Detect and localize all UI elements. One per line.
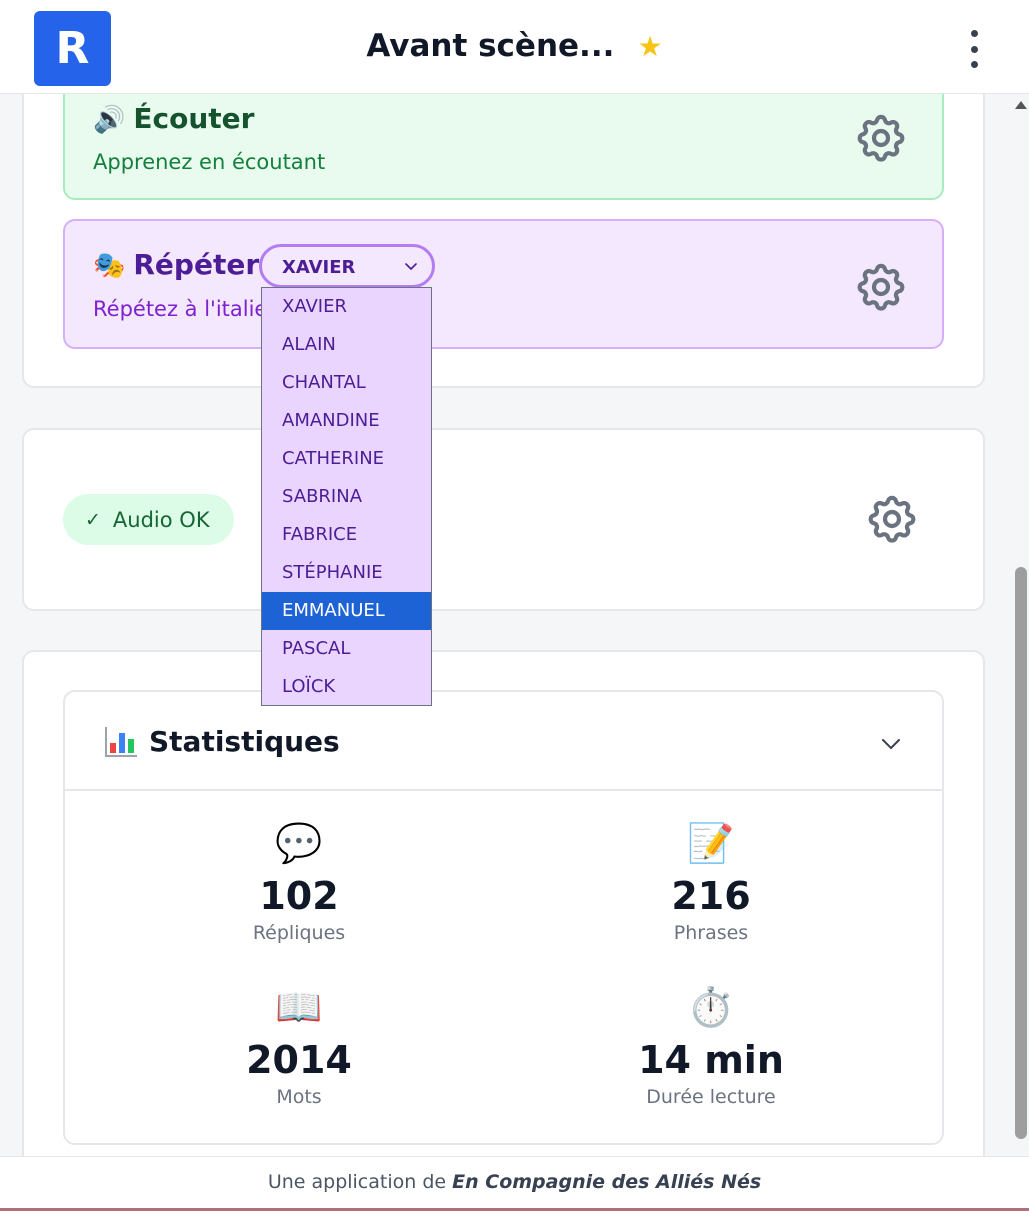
bar-chart-icon — [105, 726, 137, 757]
open-book-icon: 📖 — [275, 985, 323, 1029]
listen-mode-title: 🔊 Écouter — [93, 102, 255, 135]
repeat-mode-subtitle: Répétez à l'italie — [93, 297, 268, 321]
dropdown-option[interactable]: XAVIER — [262, 288, 431, 326]
scroll-up-arrow-icon[interactable] — [1015, 101, 1027, 109]
chevron-down-icon[interactable] — [880, 732, 902, 754]
statistics-header[interactable]: Statistiques — [65, 692, 942, 791]
dropdown-option[interactable]: EMMANUEL — [262, 592, 431, 630]
stat-label: Répliques — [252, 922, 346, 944]
more-menu-icon[interactable] — [962, 30, 986, 68]
dropdown-option[interactable]: FABRICE — [262, 516, 431, 554]
page-title: Avant scène... — [366, 28, 615, 64]
audio-status-badge: ✓ Audio OK — [63, 494, 234, 545]
character-select-value: XAVIER — [282, 257, 356, 278]
statistics-panel: Statistiques 💬 102 Répliques 📝 216 Phras… — [63, 690, 944, 1145]
repeat-mode-title: 🎭 Répéter — [93, 248, 260, 281]
dropdown-option[interactable]: LOÏCK — [262, 668, 431, 706]
memo-icon: 📝 — [687, 821, 735, 865]
stat-value: 2014 — [246, 1038, 352, 1082]
theater-masks-icon: 🎭 — [93, 251, 126, 281]
dropdown-option[interactable]: PASCAL — [262, 630, 431, 668]
audio-settings-gear-icon[interactable] — [864, 491, 920, 547]
stat-value: 14 min — [638, 1038, 784, 1082]
stopwatch-icon: ⏱️ — [687, 985, 735, 1029]
statistics-title: Statistiques — [105, 725, 340, 758]
footer-credit: Une application de En Compagnie des Alli… — [267, 1171, 762, 1193]
app-footer: Une application de En Compagnie des Alli… — [0, 1156, 1029, 1211]
stat-label: Phrases — [673, 922, 749, 944]
listen-mode-subtitle: Apprenez en écoutant — [93, 150, 326, 174]
title-wrap: Avant scène... ★ — [0, 28, 1029, 64]
speaker-icon: 🔊 — [93, 105, 126, 135]
character-select[interactable]: XAVIER — [259, 244, 435, 288]
stat-label: Durée lecture — [646, 1086, 776, 1108]
stat-label: Mots — [276, 1086, 322, 1108]
footer-brand-link[interactable]: En Compagnie des Alliés Nés — [452, 1171, 761, 1193]
stat-duree: ⏱️ 14 min Durée lecture — [561, 982, 861, 1108]
stat-value: 102 — [259, 874, 339, 918]
stat-value: 216 — [671, 874, 751, 918]
repeat-mode-panel[interactable]: 🎭 Répéter Répétez à l'italie — [63, 219, 944, 349]
dropdown-option[interactable]: ALAIN — [262, 326, 431, 364]
listen-settings-gear-icon[interactable] — [853, 110, 909, 166]
dropdown-option[interactable]: CATHERINE — [262, 440, 431, 478]
speech-bubble-icon: 💬 — [275, 821, 323, 865]
repeat-settings-gear-icon[interactable] — [853, 259, 909, 315]
dropdown-option[interactable]: CHANTAL — [262, 364, 431, 402]
check-icon: ✓ — [85, 508, 101, 531]
app-header: R Avant scène... ★ — [0, 0, 1029, 94]
stat-repliques: 💬 102 Répliques — [149, 818, 449, 944]
stat-phrases: 📝 216 Phrases — [561, 818, 861, 944]
favorite-star-icon[interactable]: ★ — [637, 30, 662, 63]
scrollbar-thumb[interactable] — [1015, 567, 1027, 1139]
chevron-down-icon — [405, 263, 417, 270]
dropdown-option[interactable]: SABRINA — [262, 478, 431, 516]
dropdown-option[interactable]: AMANDINE — [262, 402, 431, 440]
audio-status-label: Audio OK — [112, 507, 210, 532]
dropdown-option[interactable]: STÉPHANIE — [262, 554, 431, 592]
character-dropdown-list: XAVIER ALAIN CHANTAL AMANDINE CATHERINE SABRI… — [261, 287, 432, 706]
stat-mots: 📖 2014 Mots — [149, 982, 449, 1108]
